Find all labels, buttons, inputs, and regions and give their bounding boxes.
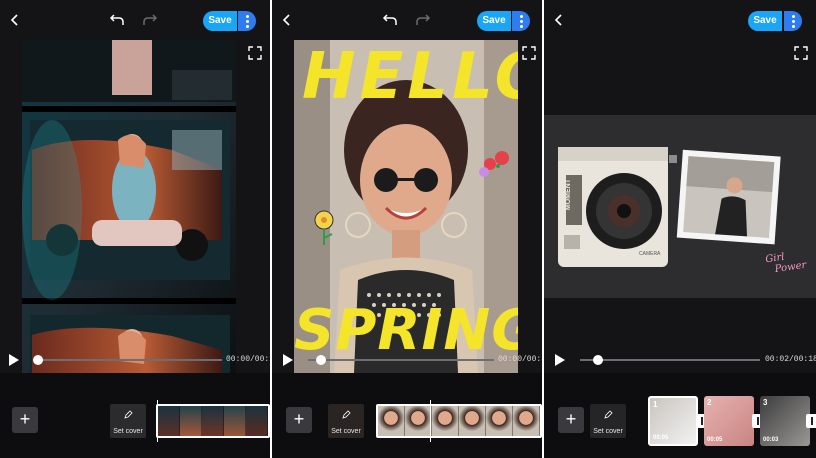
editor-screen-3: Save MOMENT CAMERA Girl Power 00:02/00:1… [544, 0, 816, 458]
set-cover-button[interactable]: Set cover [590, 404, 626, 438]
fullscreen-icon[interactable] [522, 46, 536, 60]
transition-button[interactable] [806, 414, 816, 428]
top-bar: Save [544, 0, 816, 40]
set-cover-label: Set cover [331, 428, 361, 435]
top-bar: Save [0, 0, 270, 40]
set-cover-button[interactable]: Set cover [328, 404, 364, 438]
play-icon[interactable] [8, 353, 20, 367]
clip-thumbnail[interactable]: 1 00:05 [648, 396, 698, 446]
camera-brand-label: MOMENT [565, 179, 572, 211]
progress-knob[interactable] [316, 355, 326, 365]
save-button[interactable]: Save [203, 11, 237, 31]
timeline-strip[interactable] [376, 404, 542, 438]
camera-tag-label: CAMERA [639, 251, 661, 257]
playhead [157, 400, 158, 442]
clip-number: 2 [707, 398, 712, 407]
clip-duration: 00:05 [653, 435, 669, 441]
progress-track[interactable] [308, 359, 494, 361]
clip-number: 3 [763, 398, 768, 407]
pencil-icon [604, 410, 613, 419]
undo-icon[interactable] [109, 11, 125, 27]
playhead [430, 400, 431, 442]
redo-icon[interactable] [142, 11, 158, 27]
play-icon[interactable] [554, 353, 566, 367]
editor-screen-2: Save HELL SPRING 00:00/00: + Set cover [272, 0, 542, 458]
photo-card [676, 149, 781, 245]
add-clip-button[interactable]: + [12, 407, 38, 433]
fullscreen-icon[interactable] [794, 46, 808, 60]
editor-screen-1: Save 00:00/00: + Set cover [0, 0, 270, 458]
text-overlay-bottom[interactable]: SPRING [294, 298, 518, 363]
add-clip-button[interactable]: + [286, 407, 312, 433]
undo-icon[interactable] [382, 11, 398, 27]
set-cover-label: Set cover [593, 428, 623, 435]
set-cover-label: Set cover [113, 428, 143, 435]
more-options-button[interactable] [784, 11, 802, 31]
clip-thumbnail[interactable]: 2 00:05 [704, 396, 754, 446]
more-options-button[interactable] [512, 11, 530, 31]
progress-track[interactable] [580, 359, 760, 361]
clip-thumbnail[interactable]: 3 00:03 [760, 396, 810, 446]
clip-number: 1 [653, 400, 658, 409]
add-clip-button[interactable]: + [558, 407, 584, 433]
back-icon[interactable] [280, 12, 294, 28]
time-readout: 00:02/00:18 [765, 355, 816, 364]
video-preview[interactable] [22, 40, 236, 373]
fullscreen-icon[interactable] [248, 46, 262, 60]
progress-knob[interactable] [593, 355, 603, 365]
save-button[interactable]: Save [748, 11, 782, 31]
preview-image [22, 40, 236, 373]
screenshots-collage: Save 00:00/00: + Set cover Save HELL SPR… [0, 0, 816, 458]
play-icon[interactable] [282, 353, 294, 367]
save-button[interactable]: Save [477, 11, 511, 31]
time-readout: 00:00/00:31 [498, 355, 542, 364]
back-icon[interactable] [552, 12, 566, 28]
text-overlay-top[interactable]: HELLO [302, 40, 518, 114]
clip-duration: 00:03 [763, 437, 779, 443]
video-preview[interactable]: HELLO SPRING [294, 40, 518, 373]
timeline-strip[interactable] [156, 404, 270, 438]
redo-icon[interactable] [415, 11, 431, 27]
progress-knob[interactable] [33, 355, 43, 365]
more-options-button[interactable] [238, 11, 256, 31]
set-cover-button[interactable]: Set cover [110, 404, 146, 438]
video-preview[interactable]: MOMENT CAMERA Girl Power [544, 115, 816, 298]
clip-duration: 00:05 [707, 437, 723, 443]
pencil-icon [124, 410, 133, 419]
back-icon[interactable] [8, 12, 22, 28]
pencil-icon [342, 410, 351, 419]
time-readout: 00:00/00:13 [226, 355, 270, 364]
top-bar: Save [272, 0, 542, 40]
progress-track[interactable] [36, 359, 222, 361]
